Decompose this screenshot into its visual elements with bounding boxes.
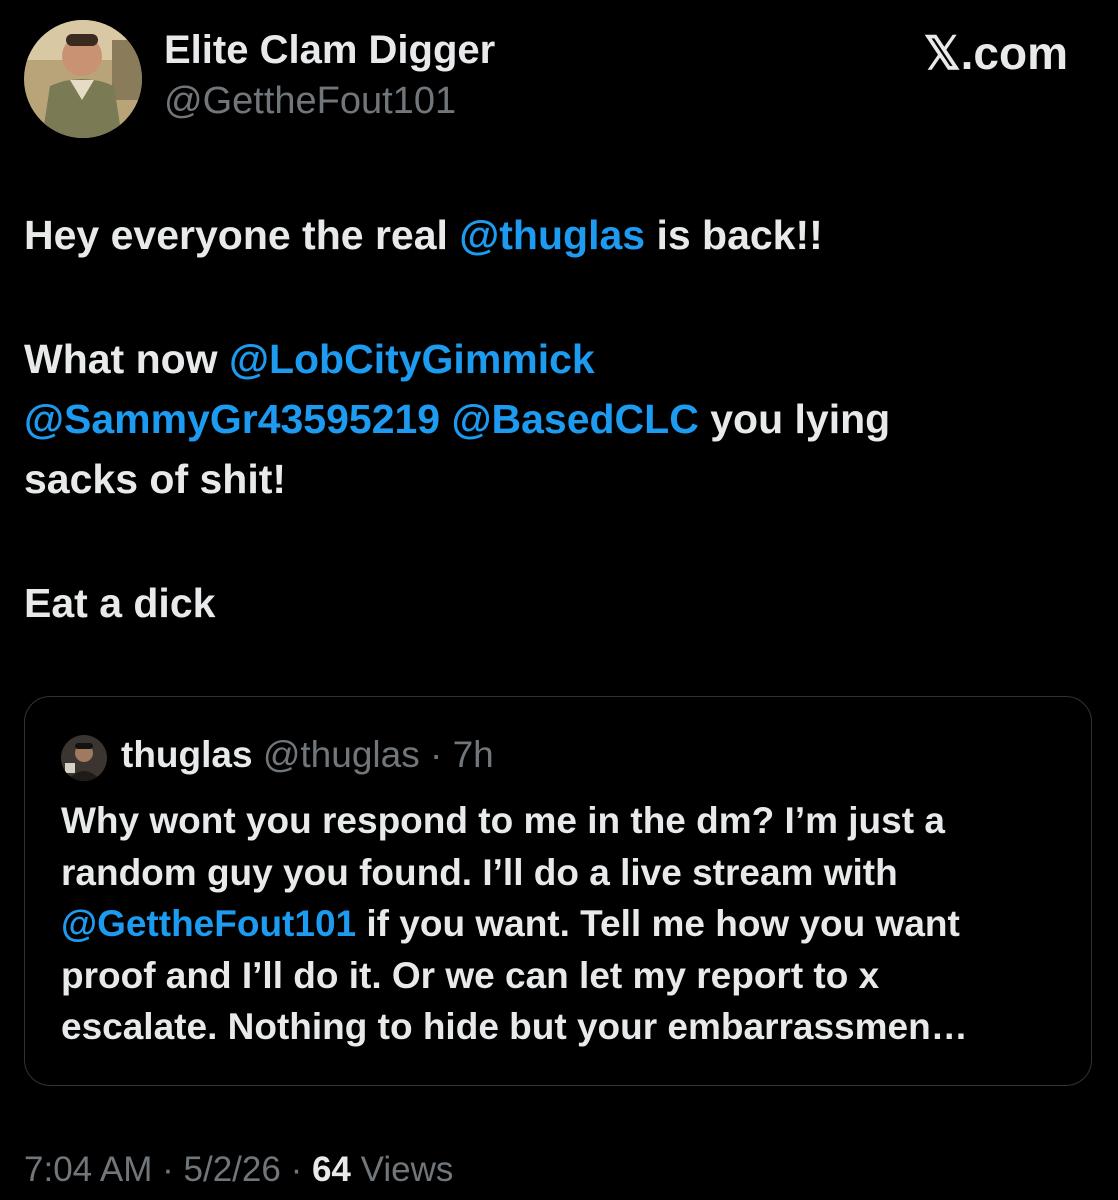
mention-basedclc[interactable]: @BasedCLC [452,396,699,442]
quoted-author-handle[interactable]: @thuglas [263,734,420,775]
tweet-time[interactable]: 7:04 AM [24,1150,152,1189]
quoted-text-line: if you want. Tell me how you want [356,903,960,944]
views-count: 64 [311,1150,351,1189]
tweet-text-segment: What now [24,336,229,382]
quoted-text-line: proof and I’ll do it. Or we can let my r… [61,954,880,996]
author-avatar[interactable] [24,20,142,138]
quoted-tweet-header: thuglas @thuglas · 7h [121,733,494,777]
quoted-text-line: escalate. Nothing to hide but your embar… [61,1006,968,1047]
author-display-name[interactable]: Elite Clam Digger [164,28,495,73]
avatar-photo-icon [24,20,142,138]
mention-thuglas[interactable]: @thuglas [459,212,645,258]
tweet-line-1: Hey everyone the real @thuglas is back!! [24,205,1094,265]
views-label: Views [350,1150,454,1189]
tweet-paragraph-3: Eat a dick [24,580,216,626]
tweet-body: Hey everyone the real @thuglas is back!!… [24,205,1094,633]
quoted-tweet-body: Why wont you respond to me in the dm? I’… [61,795,1071,1053]
mention-sammygr[interactable]: @SammyGr43595219 [24,396,440,442]
mention-lobcitygimmick[interactable]: @LobCityGimmick [229,336,595,382]
tweet-paragraph-2: What now @LobCityGimmick @SammyGr43595219… [24,329,1094,509]
mention-getthefout101[interactable]: @GettheFout101 [61,903,356,944]
tweet-text-segment: Hey everyone the real [24,212,460,258]
quoted-separator: · [419,734,453,775]
quoted-text-line: random guy you found. I’ll do a live str… [61,851,898,893]
quoted-author-name[interactable]: thuglas [121,734,253,775]
x-logo-watermark: 𝕏.com [923,27,1068,79]
quoted-text-line: Why wont you respond to me in the dm? I’… [61,800,945,841]
quoted-timestamp[interactable]: 7h [453,734,494,775]
meta-separator: · [152,1150,184,1189]
tweet-text-segment: you lying [698,396,891,442]
tweet-date[interactable]: 5/2/26 [184,1150,281,1189]
meta-separator: · [280,1150,312,1189]
quoted-tweet-card[interactable]: thuglas @thuglas · 7h Why wont you respo… [24,696,1092,1086]
tweet-meta: 7:04 AM · 5/2/26 · 64 Views [24,1150,453,1190]
quoted-avatar-photo-icon [61,735,107,781]
quoted-author-avatar[interactable] [61,735,107,781]
author-handle[interactable]: @GettheFout101 [164,80,456,123]
tweet-text-segment: is back!! [645,212,823,258]
tweet-text-segment: sacks of shit! [24,456,287,502]
